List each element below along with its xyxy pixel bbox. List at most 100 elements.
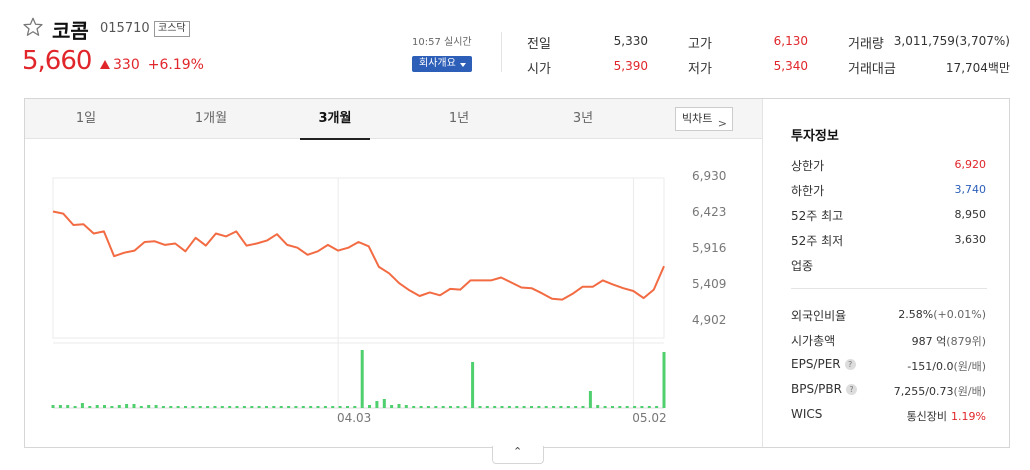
invest-row-label-text: 하한가 bbox=[791, 184, 825, 198]
big-chart-button[interactable]: 빅차트 > bbox=[675, 107, 733, 131]
volume-bar bbox=[198, 406, 202, 408]
price-change: 330 +6.19% bbox=[100, 57, 204, 73]
invest-row-label-text: EPS/PER bbox=[791, 357, 841, 371]
caret-down-icon bbox=[460, 63, 466, 67]
invest-row-value: 3,630 bbox=[955, 233, 987, 246]
volume-bar bbox=[404, 405, 408, 408]
invest-row-value: 8,950 bbox=[955, 208, 987, 221]
tab-3month[interactable]: 3개월 bbox=[300, 99, 370, 140]
tab-1year[interactable]: 1년 bbox=[424, 99, 494, 139]
volume-bar bbox=[154, 405, 158, 408]
volume-bar bbox=[655, 406, 659, 408]
volume-bar bbox=[507, 406, 511, 408]
volume-bar bbox=[478, 406, 482, 408]
volume-bar bbox=[581, 406, 585, 408]
volume-bar bbox=[294, 406, 298, 408]
volume-bar bbox=[493, 406, 497, 408]
invest-row-label-text: 52주 최저 bbox=[791, 234, 844, 248]
change-amount: 330 bbox=[113, 57, 140, 73]
volume-bar bbox=[338, 406, 342, 408]
investment-info-title: 투자정보 bbox=[791, 129, 839, 144]
invest-row-value: 6,920 bbox=[955, 158, 987, 171]
volume-bar bbox=[161, 406, 165, 408]
volume-bar bbox=[309, 406, 313, 408]
volume-bar bbox=[346, 406, 349, 408]
company-overview-label: 회사개요 bbox=[419, 58, 456, 69]
volume-bar bbox=[331, 406, 335, 408]
volume-bar bbox=[515, 406, 519, 408]
invest-row-value-text: -151/0.0 bbox=[907, 360, 954, 373]
volume-bar bbox=[353, 406, 357, 408]
volume-bar bbox=[235, 406, 239, 408]
up-triangle-icon bbox=[100, 60, 110, 69]
invest-row-label: WICS bbox=[791, 407, 822, 421]
invest-row-label: 업종 bbox=[791, 257, 813, 274]
volume-bar bbox=[103, 405, 106, 408]
volume-bar bbox=[360, 350, 364, 408]
invest-row-label-text: 52주 최고 bbox=[791, 209, 844, 223]
volume-bar bbox=[426, 406, 430, 408]
volume-bar bbox=[206, 406, 210, 408]
stock-header: 코콤 015710 코스닥 5,660 330 +6.19% 10:57 실시간 … bbox=[0, 0, 1030, 98]
quote-value-high: 6,130 bbox=[773, 34, 808, 48]
invest-row-value-text: 6,920 bbox=[954, 158, 987, 171]
invest-row-value-text: 8,950 bbox=[954, 208, 987, 221]
collapse-button[interactable]: ⌃ bbox=[492, 445, 544, 464]
company-overview-button[interactable]: 회사개요 bbox=[412, 56, 472, 72]
volume-bar bbox=[522, 406, 526, 408]
volume-bar bbox=[95, 405, 99, 408]
quote-label-open: 시가 bbox=[527, 62, 551, 77]
tab-3year[interactable]: 3년 bbox=[548, 99, 618, 139]
invest-row-value: 2.58%(+0.01%) bbox=[898, 308, 986, 321]
invest-row-value: -151/0.0(원/배) bbox=[907, 358, 986, 374]
stock-code: 015710 bbox=[100, 21, 150, 36]
volume-bar bbox=[184, 406, 187, 408]
volume-bar bbox=[176, 406, 180, 408]
price-chart: 04.03 05.02 6,930 6,423 5,916 5,409 4,902 bbox=[51, 169, 726, 425]
invest-row-label: 52주 최저 bbox=[791, 232, 843, 249]
volume-bar bbox=[110, 406, 114, 408]
invest-row-label: 외국인비율 bbox=[791, 307, 846, 324]
volume-bar bbox=[301, 406, 305, 408]
volume-bar bbox=[552, 406, 556, 408]
volume-bar bbox=[66, 405, 70, 408]
volume-bar bbox=[647, 406, 651, 408]
volume-bar bbox=[51, 405, 55, 408]
period-tabs: 1일 1개월 3개월 1년 3년 빅차트 > bbox=[25, 99, 762, 140]
invest-row-value: 7,255/0.73(원/배) bbox=[894, 383, 986, 399]
invest-row-sub-text: (+0.01%) bbox=[933, 308, 986, 321]
volume-bar bbox=[250, 406, 254, 408]
volume-bar bbox=[588, 391, 592, 408]
volume-bar bbox=[139, 406, 143, 408]
invest-row-sub-text: (원/배) bbox=[953, 360, 986, 373]
tab-1month[interactable]: 1개월 bbox=[176, 99, 246, 139]
investment-info: 투자정보 상한가 6,920 하한가 3,740 52주 최고 8,950 52주 최저 3,… bbox=[762, 99, 1009, 447]
invest-row-label: 하한가 bbox=[791, 182, 824, 199]
volume-bar bbox=[544, 406, 548, 408]
quote-value-amount: 17,704백만 bbox=[945, 61, 1010, 75]
invest-row-value-text: 통신장비 bbox=[906, 410, 948, 423]
volume-bar bbox=[537, 406, 541, 408]
invest-row-label-text: 외국인비율 bbox=[791, 309, 847, 323]
invest-row-value-text: 3,740 bbox=[954, 183, 987, 196]
invest-row-label: 상한가 bbox=[791, 157, 824, 174]
volume-bar bbox=[662, 352, 666, 408]
volume-bar bbox=[419, 406, 423, 408]
volume-bar bbox=[125, 404, 129, 408]
quote-label-high: 고가 bbox=[688, 37, 712, 52]
invest-row-value: 987 억(879위) bbox=[912, 333, 986, 349]
quote-label-prev: 전일 bbox=[527, 37, 551, 52]
invest-row-value-text: 7,255/0.73 bbox=[893, 385, 954, 398]
volume-bar bbox=[58, 405, 62, 408]
invest-row-label-text: 업종 bbox=[791, 259, 814, 273]
help-icon[interactable]: ? bbox=[845, 384, 857, 395]
volume-bar bbox=[625, 406, 629, 408]
tab-1day[interactable]: 1일 bbox=[51, 99, 121, 139]
realtime-label: 10:57 실시간 bbox=[412, 37, 472, 48]
x-tick-label: 05.02 bbox=[632, 411, 666, 425]
volume-bar bbox=[169, 406, 173, 408]
help-icon[interactable]: ? bbox=[844, 359, 856, 370]
star-icon[interactable] bbox=[22, 16, 44, 38]
volume-bar bbox=[463, 406, 467, 408]
divider bbox=[791, 288, 987, 289]
